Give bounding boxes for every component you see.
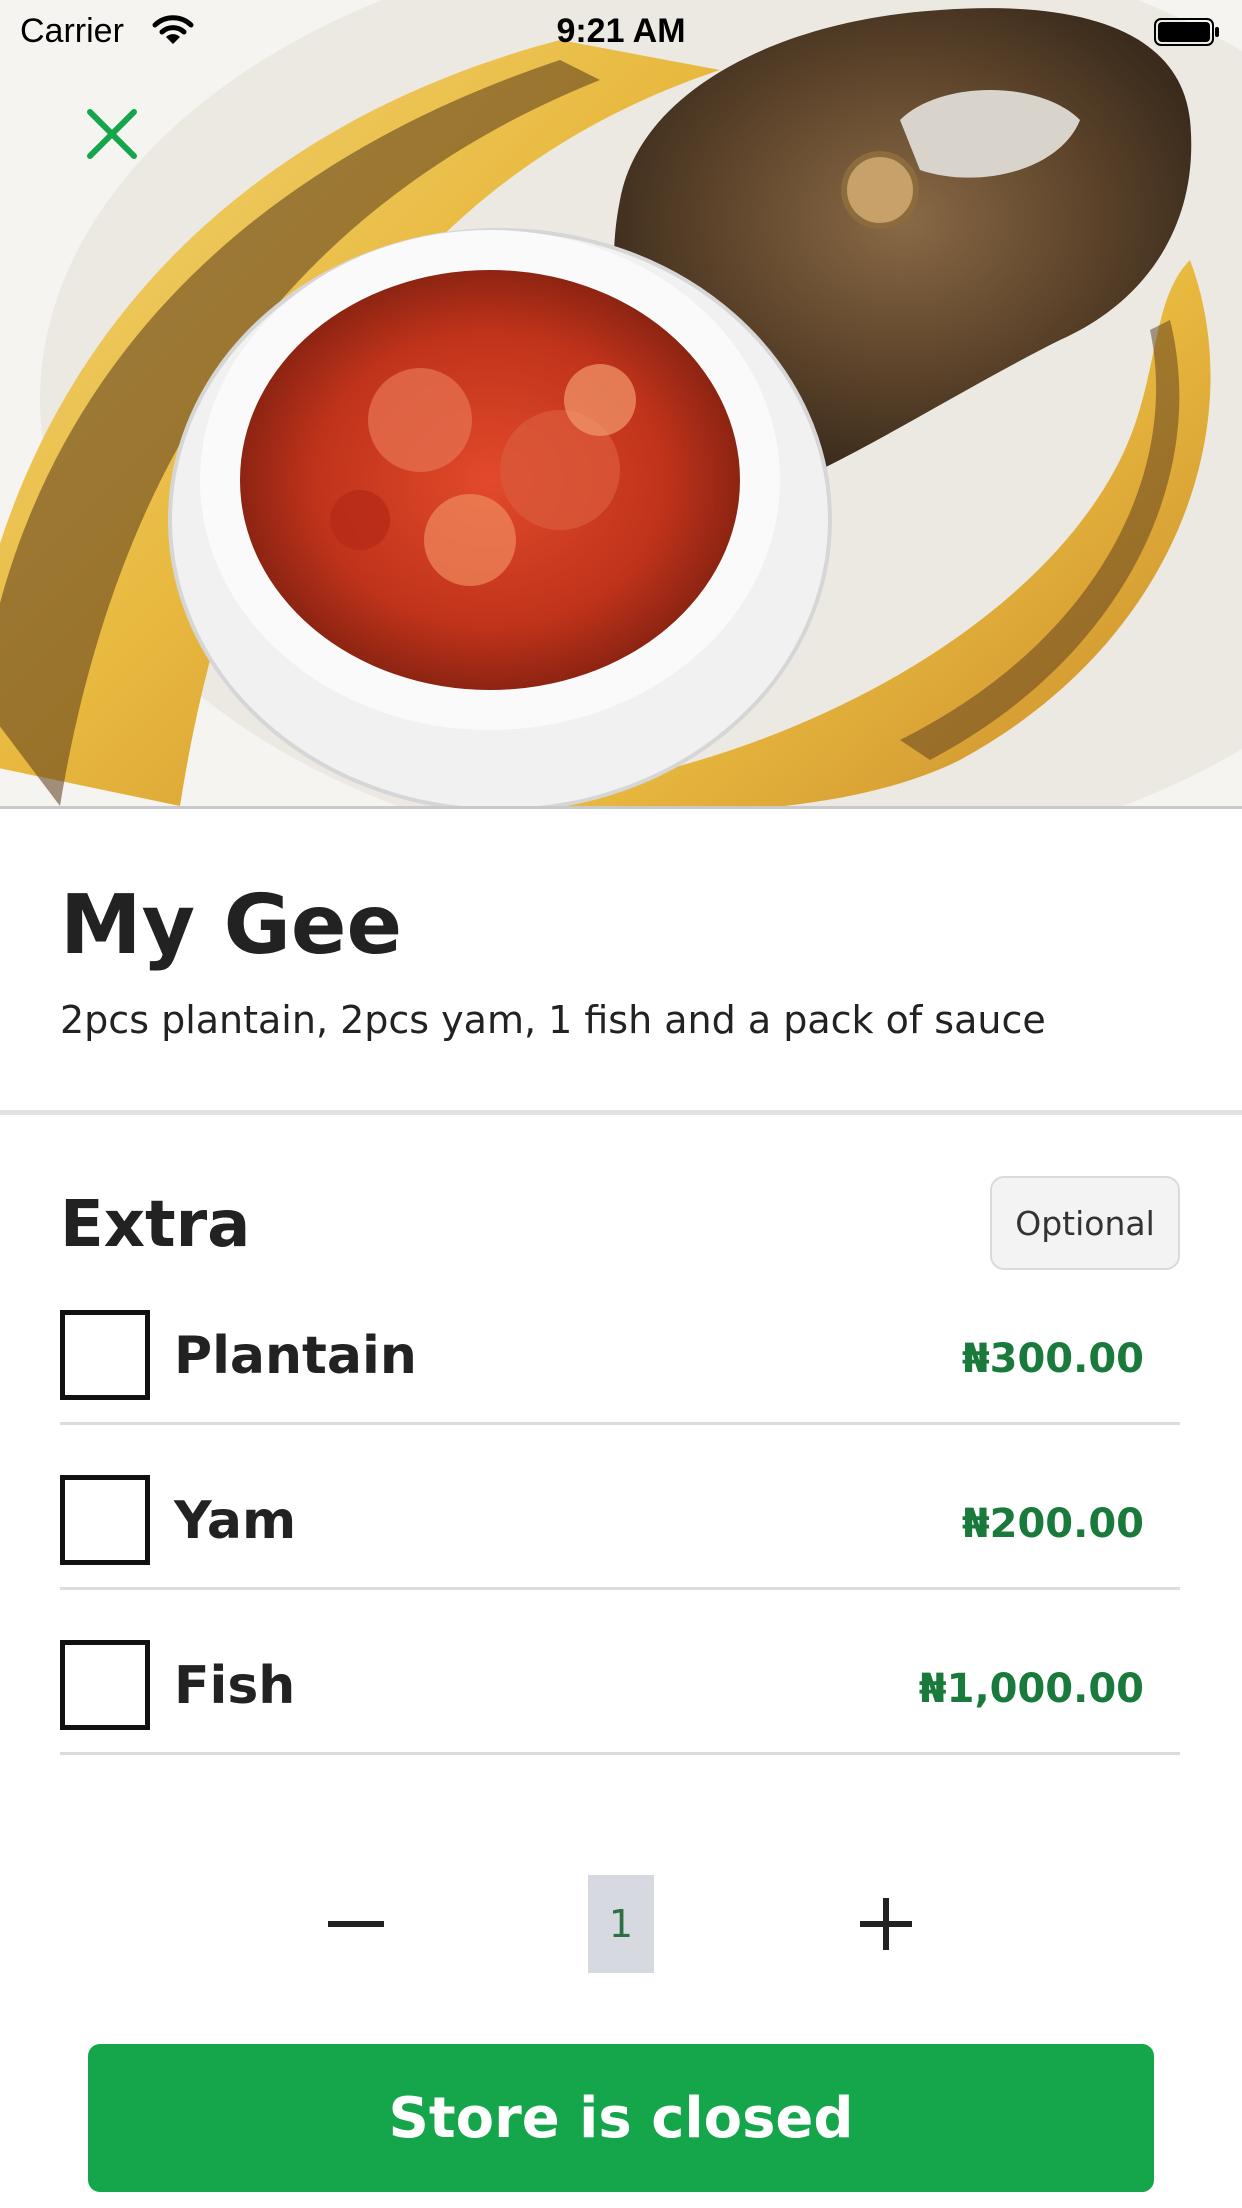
store-closed-button[interactable]: Store is closed bbox=[88, 2044, 1154, 2192]
extra-item-name: Fish bbox=[174, 1656, 296, 1716]
extra-item-fish[interactable]: Fish ₦1,000.00 bbox=[60, 1628, 1180, 1792]
extra-item-price: ₦300.00 bbox=[961, 1336, 1144, 1382]
extra-item-yam[interactable]: Yam ₦200.00 bbox=[60, 1463, 1180, 1627]
close-button[interactable] bbox=[80, 102, 144, 166]
extra-item-name: Yam bbox=[174, 1491, 297, 1551]
extra-item-name: Plantain bbox=[174, 1326, 417, 1386]
extra-item-price: ₦1,000.00 bbox=[918, 1666, 1144, 1712]
close-icon bbox=[87, 109, 137, 159]
image-divider bbox=[0, 806, 1242, 809]
decrease-quantity-button[interactable] bbox=[320, 1894, 392, 1954]
row-divider bbox=[60, 1422, 1180, 1425]
fish-checkbox[interactable] bbox=[60, 1640, 150, 1730]
quantity-value: 1 bbox=[588, 1875, 654, 1973]
section-divider bbox=[0, 1110, 1242, 1115]
battery-icon bbox=[1154, 16, 1220, 46]
product-image bbox=[0, 0, 1242, 806]
extra-item-price: ₦200.00 bbox=[961, 1501, 1144, 1547]
row-divider bbox=[60, 1752, 1180, 1755]
extra-item-plantain[interactable]: Plantain ₦300.00 bbox=[60, 1298, 1180, 1462]
plantain-checkbox[interactable] bbox=[60, 1310, 150, 1400]
status-bar: Carrier 9:21 AM bbox=[0, 0, 1242, 62]
plus-icon bbox=[860, 1898, 912, 1950]
extras-heading: Extra bbox=[60, 1188, 251, 1262]
product-description: 2pcs plantain, 2pcs yam, 1 fish and a pa… bbox=[60, 998, 1046, 1042]
clock: 9:21 AM bbox=[556, 12, 686, 50]
product-title: My Gee bbox=[60, 878, 403, 973]
optional-badge: Optional bbox=[990, 1176, 1180, 1270]
row-divider bbox=[60, 1587, 1180, 1590]
minus-icon bbox=[328, 1921, 384, 1927]
yam-checkbox[interactable] bbox=[60, 1475, 150, 1565]
increase-quantity-button[interactable] bbox=[856, 1894, 916, 1954]
